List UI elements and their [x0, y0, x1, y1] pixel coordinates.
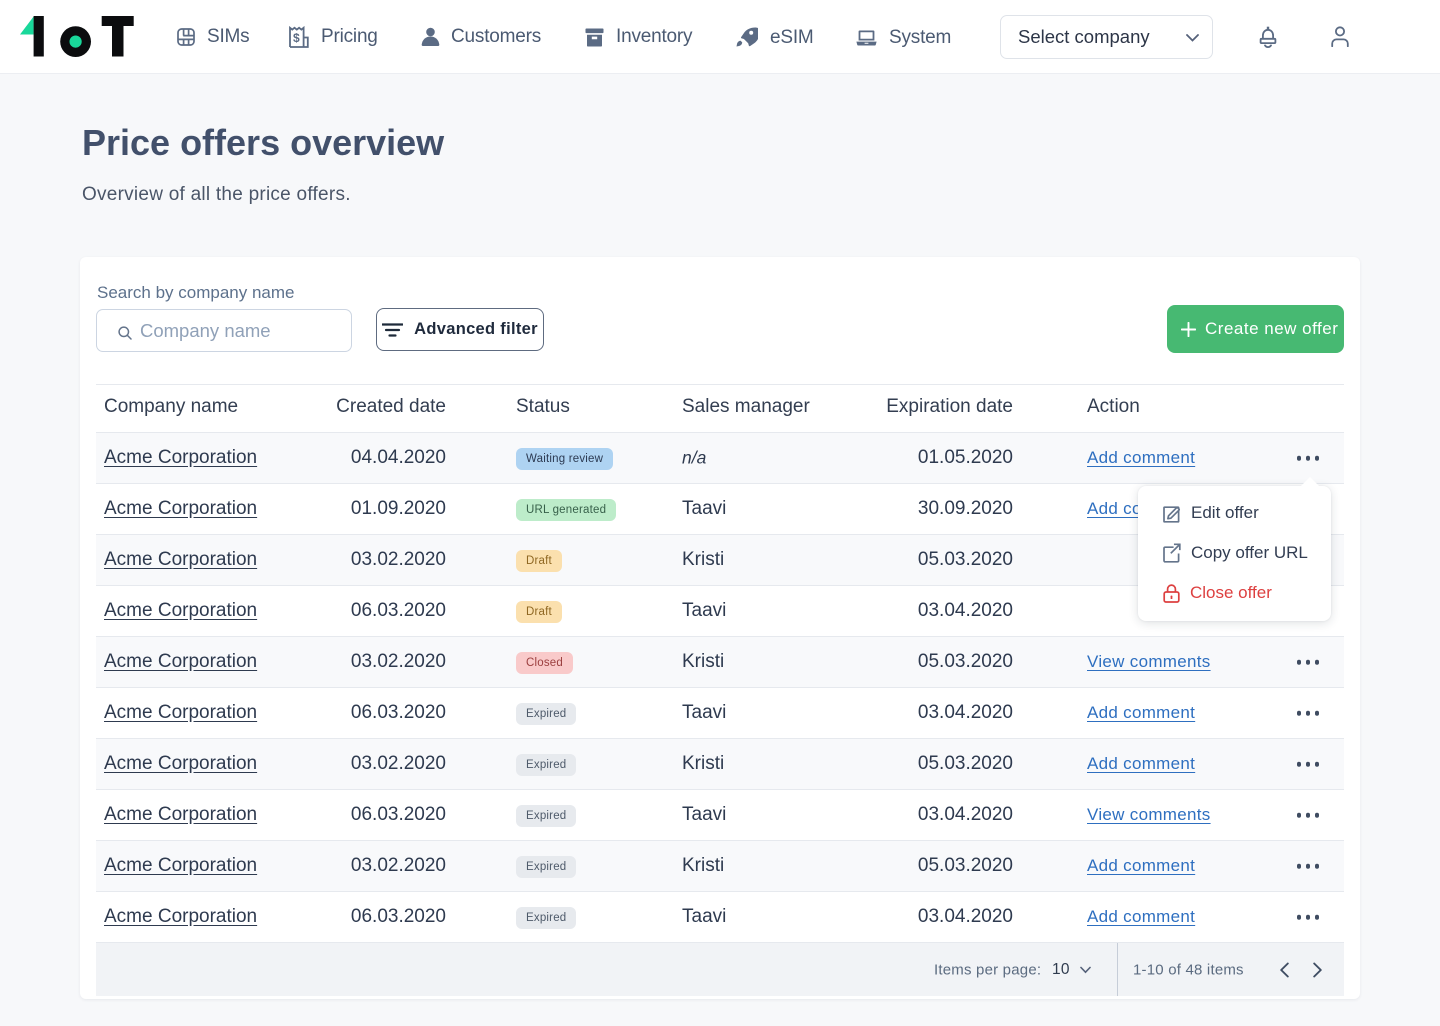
- svg-text:$: $: [293, 31, 300, 45]
